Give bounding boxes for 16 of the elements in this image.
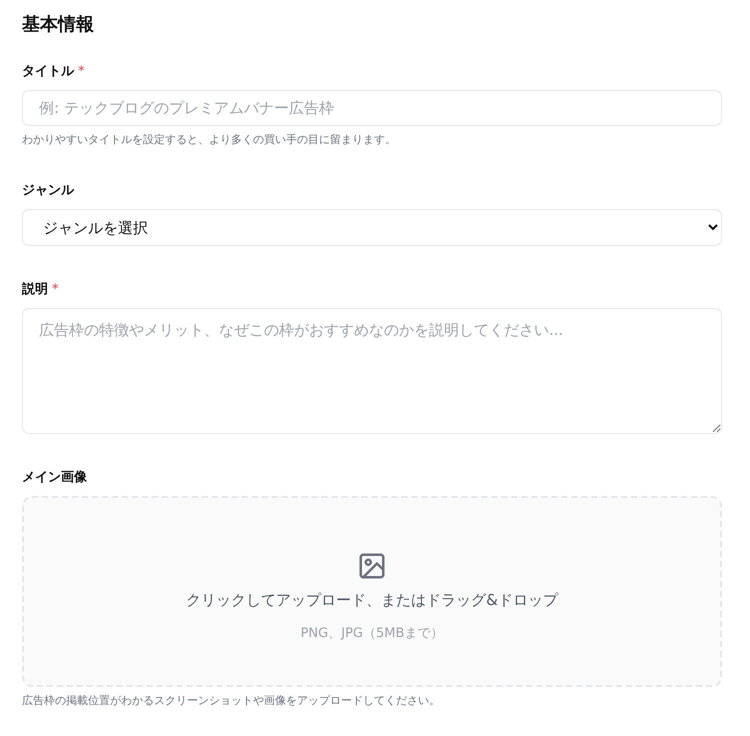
image-icon (357, 551, 387, 581)
upload-prompt: クリックしてアップロード、またはドラッグ&ドロップ (186, 591, 558, 610)
required-mark: * (78, 64, 84, 78)
field-label: メイン画像 (22, 469, 87, 486)
field-label: タイトル (22, 63, 74, 80)
field-label: 説明 (22, 281, 48, 298)
upload-dropzone[interactable]: クリックしてアップロード、またはドラッグ&ドロップ PNG、JPG（5MBまで） (22, 496, 722, 687)
section-title: 基本情報 (22, 13, 95, 36)
required-mark: * (52, 282, 58, 296)
genre-select[interactable]: ジャンルを選択 (22, 209, 722, 246)
format-note: PNG、JPG（5MBまで） (300, 625, 444, 642)
field-label: ジャンル (22, 182, 74, 199)
description-field[interactable]: 広告枠の特徴やメリット、なぜこの枠がおすすめなのかを説明してください... (22, 308, 722, 434)
hint-text: わかりやすいタイトルを設定すると、より多くの買い手の目に留まります。 (22, 132, 397, 147)
input-field[interactable]: 例: テックブログのプレミアムバナー広告枠 (22, 90, 722, 126)
hint-text: 広告枠の掲載位置がわかるスクリーンショットや画像をアップロードしてください。 (22, 693, 441, 708)
